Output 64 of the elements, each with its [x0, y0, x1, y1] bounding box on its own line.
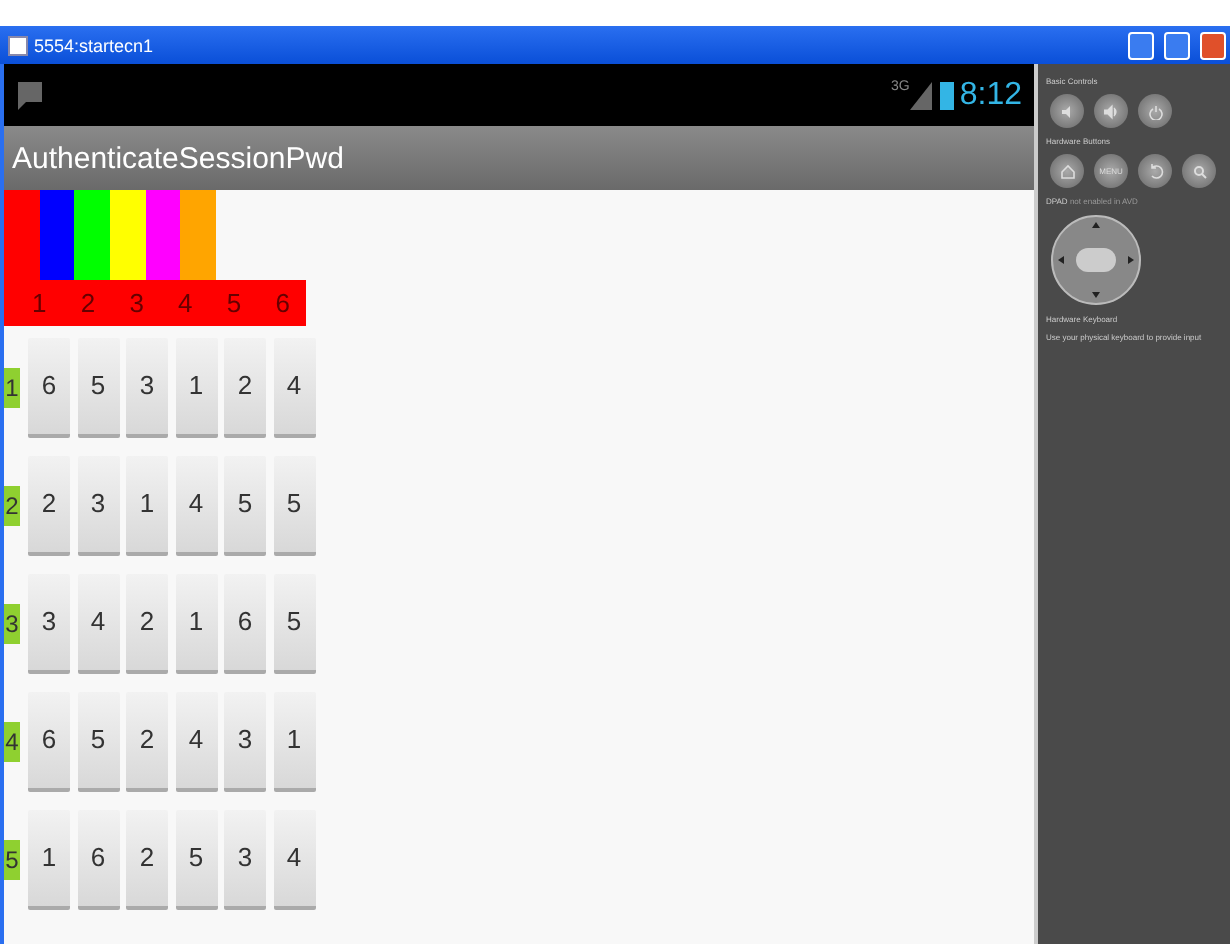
row-label: 3: [4, 603, 20, 643]
number-button[interactable]: 2: [126, 573, 168, 673]
number-button[interactable]: 1: [126, 455, 168, 555]
column-number: 6: [273, 288, 292, 318]
volume-down-button[interactable]: [1050, 94, 1084, 128]
battery-icon: [939, 80, 954, 110]
search-button[interactable]: [1182, 154, 1216, 188]
speaker-icon: [1059, 103, 1075, 119]
column-number: 4: [176, 288, 195, 318]
row-label: 5: [4, 839, 20, 879]
column-number: 2: [78, 288, 98, 318]
number-button[interactable]: 6: [77, 809, 119, 909]
maximize-button[interactable]: [1164, 31, 1190, 59]
window-title: 5554:startecn1: [34, 35, 156, 55]
column-number: 3: [127, 288, 146, 318]
back-arrow-icon: [1147, 163, 1163, 179]
row-label: 1: [4, 367, 20, 407]
number-button[interactable]: 3: [126, 337, 168, 437]
number-button[interactable]: 6: [28, 691, 70, 791]
number-button[interactable]: 4: [175, 455, 217, 555]
column-number: 5: [224, 288, 244, 318]
number-button[interactable]: 4: [273, 809, 315, 909]
power-button[interactable]: [1138, 94, 1172, 128]
number-button[interactable]: 3: [224, 691, 266, 791]
number-button[interactable]: 1: [175, 573, 217, 673]
number-button[interactable]: 3: [28, 573, 70, 673]
speaker-icon: [1103, 103, 1119, 119]
number-button[interactable]: 5: [273, 573, 315, 673]
number-button[interactable]: 5: [224, 455, 266, 555]
notification-icon: [16, 79, 44, 111]
home-button[interactable]: [1050, 154, 1084, 188]
number-button[interactable]: 5: [77, 337, 119, 437]
number-button[interactable]: 4: [77, 573, 119, 673]
window-icon: [8, 35, 28, 55]
close-button[interactable]: [1200, 31, 1226, 59]
number-button[interactable]: 4: [273, 337, 315, 437]
number-button[interactable]: 2: [126, 809, 168, 909]
number-button[interactable]: 1: [273, 691, 315, 791]
house-icon: [1059, 163, 1075, 179]
dpad-control[interactable]: [1050, 214, 1142, 306]
number-button[interactable]: 1: [28, 809, 70, 909]
number-button[interactable]: 1: [175, 337, 217, 437]
row-label: 2: [4, 485, 20, 525]
number-button[interactable]: 5: [175, 809, 217, 909]
number-button[interactable]: 2: [28, 455, 70, 555]
number-button[interactable]: 2: [224, 337, 266, 437]
number-button[interactable]: 5: [273, 455, 315, 555]
number-button[interactable]: 3: [77, 455, 119, 555]
number-button[interactable]: 4: [175, 691, 217, 791]
clock: 8:12: [959, 77, 1022, 113]
volume-up-button[interactable]: [1094, 94, 1128, 128]
row-label: 4: [4, 721, 20, 761]
number-button[interactable]: 5: [77, 691, 119, 791]
search-icon: [1191, 163, 1207, 179]
number-button[interactable]: 2: [126, 691, 168, 791]
number-button[interactable]: 6: [224, 573, 266, 673]
minimize-button[interactable]: [1128, 31, 1154, 59]
signal-icon: [909, 81, 932, 109]
back-button[interactable]: [1138, 154, 1172, 188]
number-button[interactable]: 3: [224, 809, 266, 909]
column-number: 1: [30, 288, 49, 318]
number-button[interactable]: 6: [28, 337, 70, 437]
activity-title: AuthenticateSessionPwd: [12, 141, 344, 175]
power-icon: [1147, 103, 1163, 119]
